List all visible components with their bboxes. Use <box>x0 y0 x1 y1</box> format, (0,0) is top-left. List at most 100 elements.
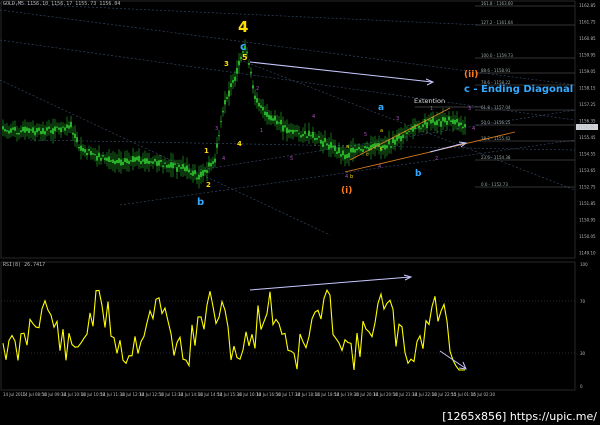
candle-body <box>422 124 424 128</box>
fib-label: 127.2 - 1161.64 <box>481 20 513 25</box>
candle-body <box>122 161 124 166</box>
candle-body <box>104 157 106 161</box>
wave-3-left-label: 3 <box>224 60 229 68</box>
candle-body <box>118 158 120 164</box>
candle-body <box>36 128 38 133</box>
candle-body <box>290 129 292 132</box>
candle-body <box>100 157 102 161</box>
wave-a-right-label: a <box>378 103 384 113</box>
candle-body <box>16 133 18 135</box>
candle-body <box>264 111 266 116</box>
candle-body <box>222 110 224 113</box>
candle-body <box>346 154 348 159</box>
candle-body <box>418 125 420 129</box>
price-tick: 1149.10 <box>579 251 596 256</box>
candle-body <box>294 130 296 132</box>
candle-body <box>152 161 154 164</box>
current-price-label: 1156.04 <box>578 125 595 130</box>
candle-body <box>4 129 6 132</box>
candle-body <box>362 149 364 152</box>
fib-label: 161.8 - 1163.60 <box>481 1 513 6</box>
candle-body <box>46 127 48 131</box>
candle-body <box>22 126 24 132</box>
time-axis: 14 Jul 201514 Jul 08:5014 Jul 09:3014 Ju… <box>3 392 495 397</box>
candle-body <box>138 155 140 162</box>
wave-b-left-label: b <box>197 197 204 208</box>
wave-1-left-label: 1 <box>204 147 209 155</box>
candle-body <box>332 145 334 148</box>
candle-body <box>28 128 30 133</box>
wave-4-small-label: 4 <box>237 140 242 148</box>
candle-body <box>26 127 28 132</box>
rsi-panel[interactable] <box>0 261 576 391</box>
candle-body <box>112 159 114 163</box>
candle-body <box>180 167 182 169</box>
candle-body <box>40 131 42 135</box>
candle-body <box>220 121 222 123</box>
svg-text:5: 5 <box>364 132 367 138</box>
candle-body <box>276 120 278 125</box>
candle-body <box>196 177 198 180</box>
trading-chart[interactable]: 161.8 - 1163.60 127.2 - 1161.64 100.0 - 11… <box>0 0 600 425</box>
candle-body <box>260 105 262 108</box>
candle-body <box>120 159 122 166</box>
candle-body <box>386 145 388 149</box>
svg-text:4: 4 <box>345 174 348 180</box>
ending-diagonal-label: c - Ending Diagonal <box>464 84 573 95</box>
svg-text:a: a <box>346 144 349 150</box>
rsi-level-70-label: 70 <box>580 299 586 304</box>
candle-body <box>232 80 234 83</box>
candle-body <box>210 163 212 167</box>
candle-body <box>224 100 226 105</box>
main-chart-panel[interactable] <box>0 0 576 259</box>
candle-body <box>206 170 208 173</box>
candle-body <box>334 145 336 151</box>
price-tick: 1151.85 <box>579 201 596 206</box>
candle-body <box>32 127 34 133</box>
candle-body <box>238 60 240 66</box>
candle-body <box>10 128 12 133</box>
candle-body <box>358 147 360 150</box>
candle-body <box>66 124 68 128</box>
candle-body <box>134 157 136 162</box>
candle-body <box>372 143 374 148</box>
fib-label: 100.0 - 1159.73 <box>481 53 513 58</box>
wave-5-top-label: 5 <box>242 53 248 62</box>
candle-body <box>86 153 88 156</box>
candle-body <box>286 127 288 134</box>
candle-body <box>320 139 322 144</box>
candle-body <box>94 154 96 156</box>
candle-body <box>204 170 206 173</box>
rsi-level-0-label: 0 <box>580 384 583 389</box>
candle-body <box>344 154 346 160</box>
candle-body <box>190 173 192 175</box>
candle-body <box>258 103 260 107</box>
candle-body <box>128 160 130 164</box>
candle-body <box>68 125 70 129</box>
candle-body <box>460 122 462 126</box>
price-tick: 1153.65 <box>579 168 596 173</box>
candle-body <box>356 148 358 151</box>
candle-body <box>172 162 174 169</box>
candle-body <box>292 129 294 134</box>
candle-body <box>456 118 458 123</box>
svg-text:c: c <box>380 146 383 152</box>
candle-body <box>336 151 338 154</box>
candle-body <box>324 137 326 143</box>
candle-body <box>126 158 128 164</box>
candle-body <box>176 167 178 172</box>
candle-body <box>406 132 408 135</box>
candle-body <box>178 164 180 168</box>
candle-body <box>154 158 156 162</box>
svg-text:a: a <box>380 128 383 134</box>
price-tick: 1162.85 <box>579 3 596 8</box>
svg-text:3: 3 <box>396 116 399 122</box>
candle-body <box>464 124 466 128</box>
fib-label: 50.0 - 1156.25 <box>481 120 511 125</box>
candle-body <box>24 126 26 133</box>
candle-body <box>174 163 176 165</box>
candle-body <box>452 119 454 124</box>
price-tick: 1159.05 <box>579 69 596 74</box>
rsi-level-30-label: 30 <box>580 351 586 356</box>
candle-body <box>6 130 8 132</box>
